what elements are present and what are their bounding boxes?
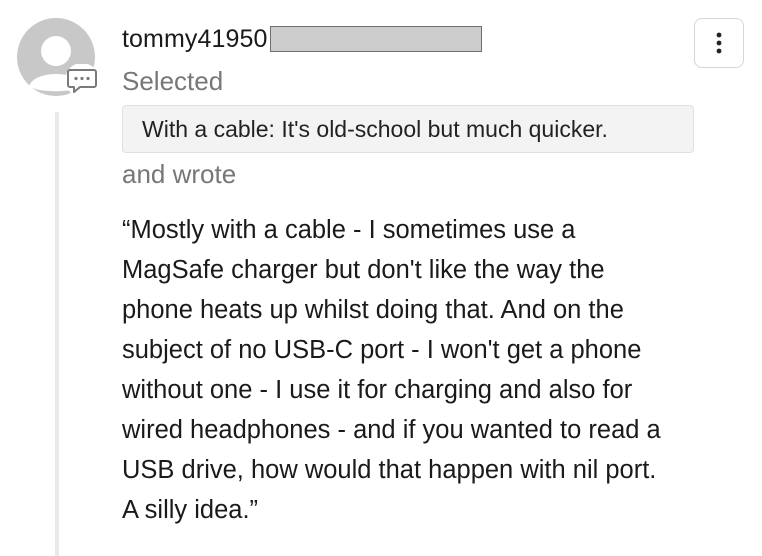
thread-line [55, 112, 59, 556]
comment-body: “Mostly with a cable - I sometimes use a… [122, 216, 661, 524]
author-row: tommy41950 [122, 22, 482, 56]
selected-option-chip: With a cable: It's old-school but much q… [122, 105, 694, 153]
comment-badge [64, 63, 100, 97]
comment-bubble-icon [65, 63, 99, 97]
comment-card: tommy41950 Selected With a cable: It's o… [0, 0, 762, 556]
selected-label: Selected [122, 66, 224, 96]
more-options-button[interactable] [694, 18, 744, 68]
wrote-label: and wrote [122, 159, 237, 189]
redacted-block [269, 26, 482, 52]
more-vertical-icon [716, 32, 722, 54]
author-username[interactable]: tommy41950 [122, 25, 268, 54]
